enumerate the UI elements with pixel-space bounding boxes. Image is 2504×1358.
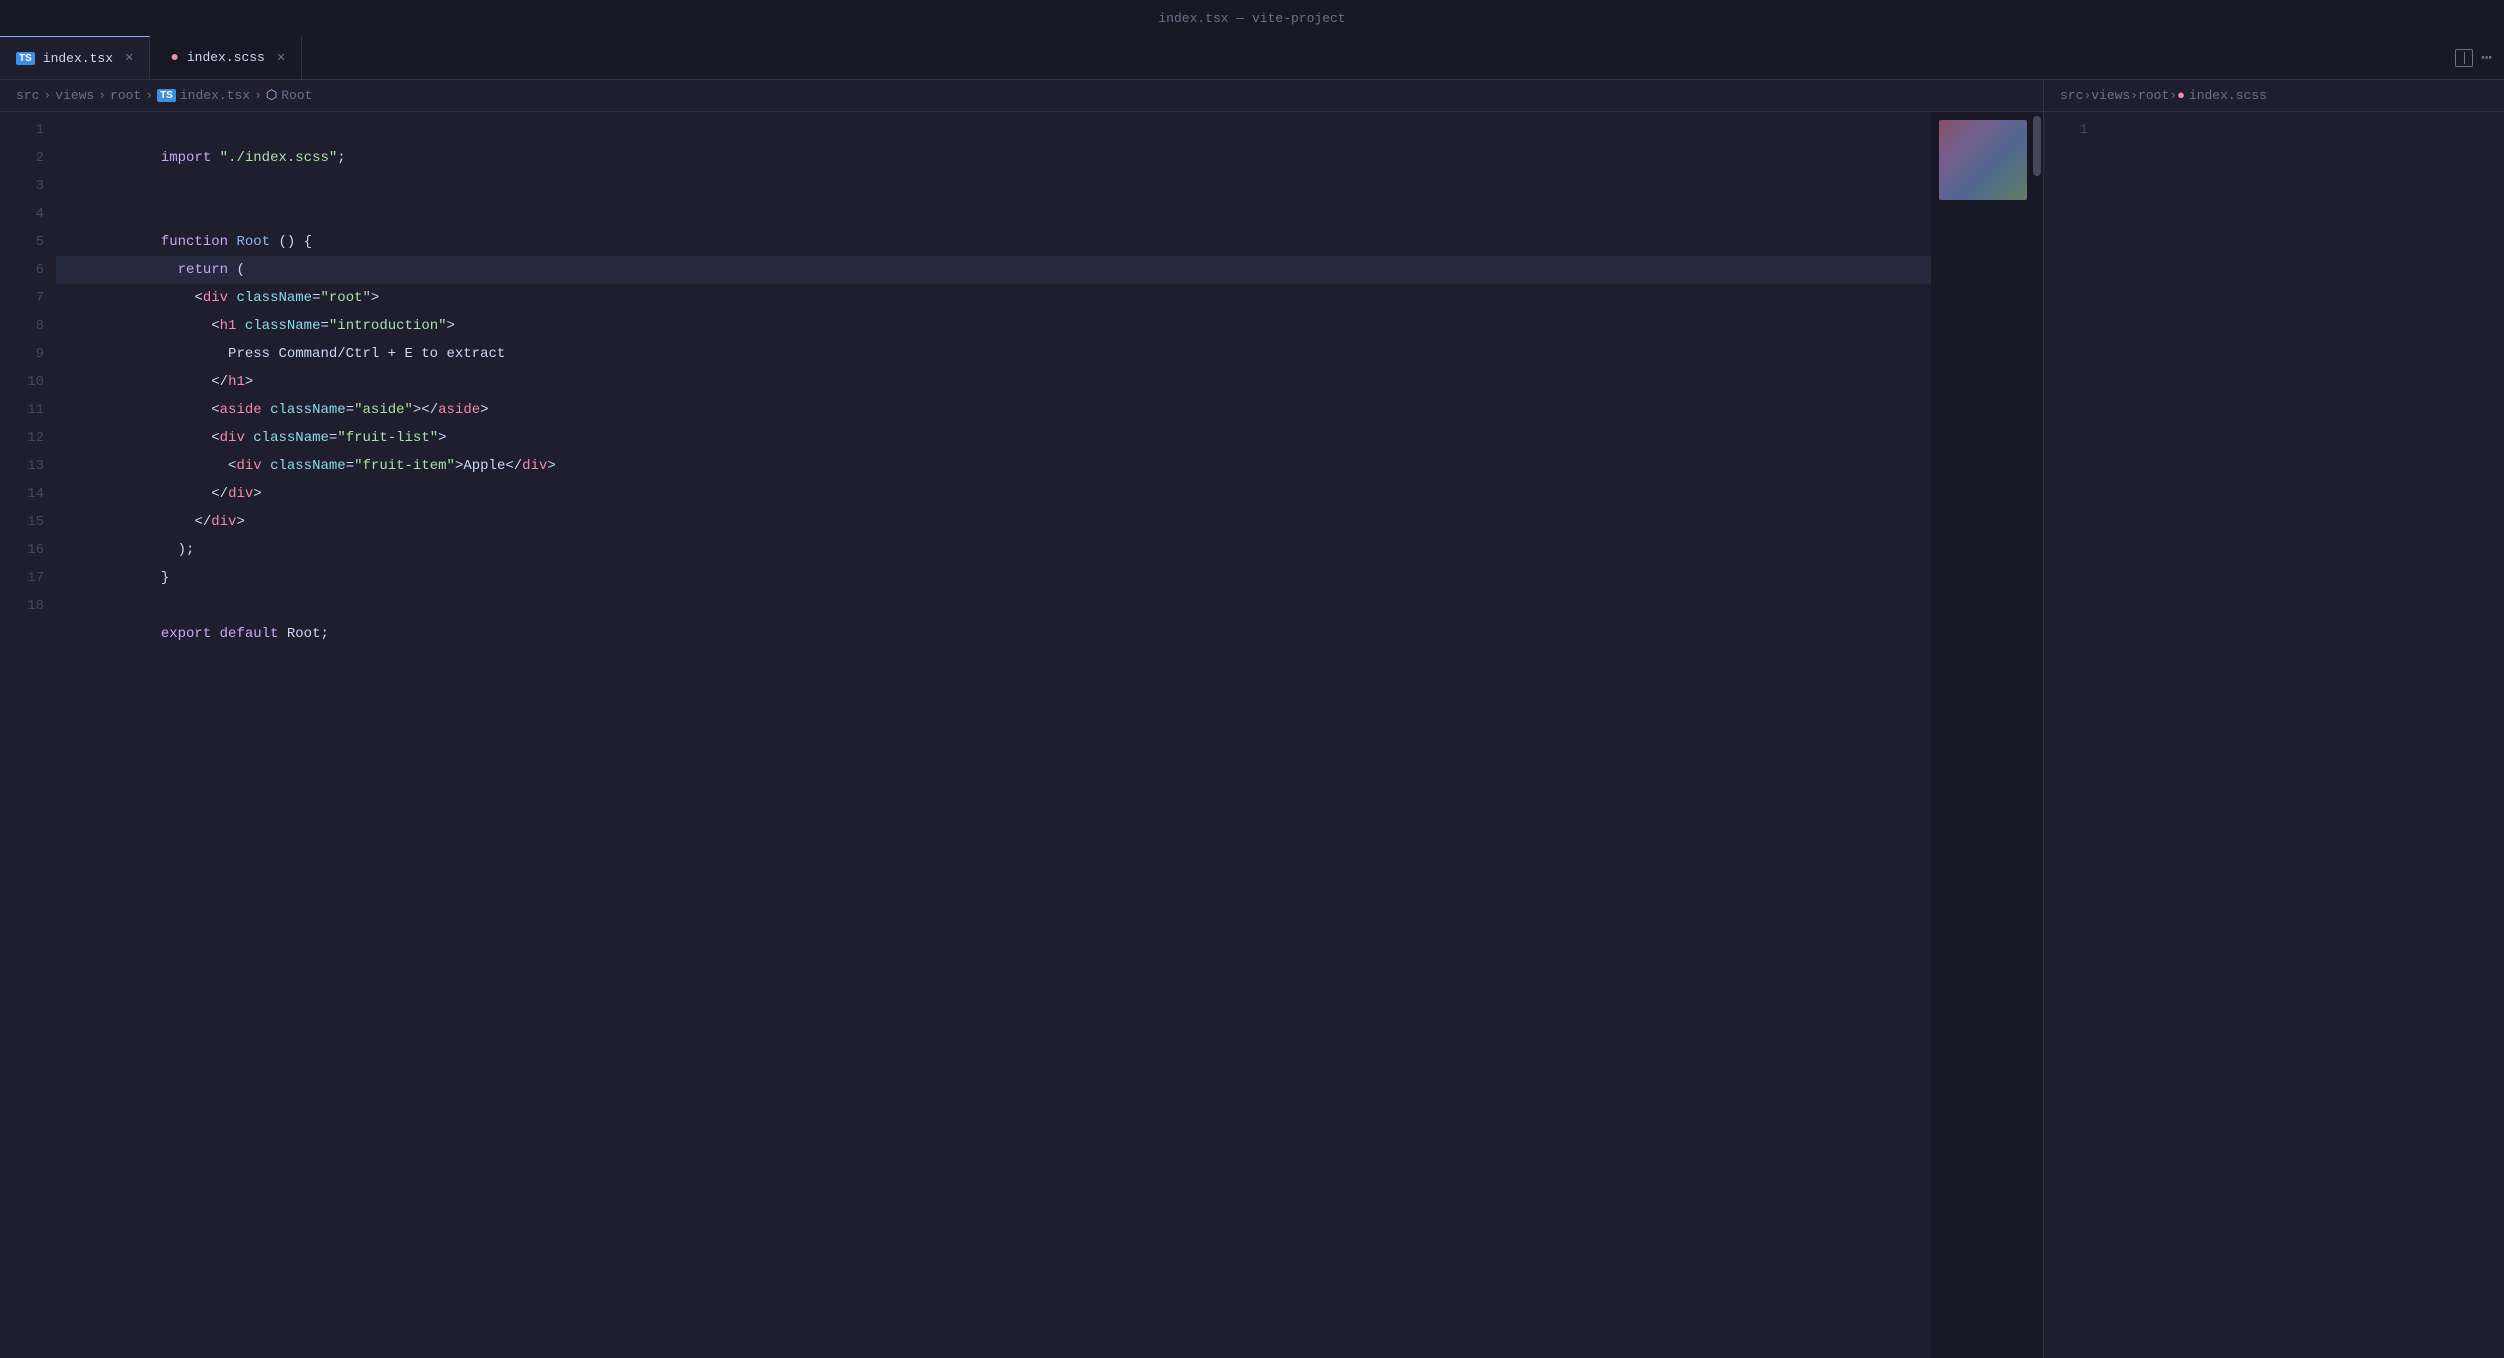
right-bc-file: index.scss [2189, 88, 2267, 103]
breadcrumb-src: src [16, 88, 39, 103]
ln-6: 6 [20, 256, 44, 284]
right-bc-src: src [2060, 88, 2083, 103]
right-editor: 1 [2044, 112, 2504, 1358]
breadcrumb-component-icon: ⬡ [266, 88, 277, 103]
ln-18: 18 [20, 592, 44, 620]
right-sep3: › [2169, 88, 2177, 103]
right-editor-pane: src › views › root › ● index.scss 1 [2044, 80, 2504, 1358]
ln-1: 1 [20, 116, 44, 144]
tab-label-tsx: index.tsx [43, 51, 113, 66]
code-line-3 [56, 172, 1931, 200]
ln-8: 8 [20, 312, 44, 340]
right-sep2: › [2130, 88, 2138, 103]
breadcrumb-file: index.tsx [180, 88, 250, 103]
close-icon-tsx[interactable]: ✕ [125, 51, 133, 65]
code-line-6: <div className="root"> [56, 256, 1931, 284]
code-line-4: function Root () { [56, 200, 1931, 228]
tab-label-scss: index.scss [187, 50, 265, 65]
code-line-5: return ( [56, 228, 1931, 256]
breadcrumb-root: root [110, 88, 141, 103]
split-view-icon[interactable] [2455, 49, 2473, 67]
editor-area: src › views › root › TS index.tsx › ⬡ Ro… [0, 80, 2504, 1358]
ts-icon: TS [16, 52, 35, 65]
tab-actions: ⋯ [2455, 36, 2504, 79]
ln-3: 3 [20, 172, 44, 200]
title-bar: index.tsx — vite-project [0, 0, 2504, 36]
scss-file-icon: ● [2177, 88, 2185, 103]
scrollbar-left[interactable] [2031, 112, 2043, 1358]
ln-2: 2 [20, 144, 44, 172]
ln-5: 5 [20, 228, 44, 256]
title-text: index.tsx — vite-project [1158, 11, 1345, 26]
ln-9: 9 [20, 340, 44, 368]
ln-4: 4 [20, 200, 44, 228]
close-icon-scss[interactable]: ✕ [277, 51, 285, 65]
breadcrumb-left: src › views › root › TS index.tsx › ⬡ Ro… [0, 80, 2043, 112]
code-lines-left[interactable]: import "./index.scss"; function Root () … [56, 112, 1931, 1358]
code-editor-left: 1 2 3 4 5 6 7 8 9 10 11 12 13 14 15 16 1 [0, 112, 2043, 1358]
line-numbers-right: 1 [2044, 112, 2100, 1358]
breadcrumb-right: src › views › root › ● index.scss [2044, 80, 2504, 112]
ln-15: 15 [20, 508, 44, 536]
ln-12: 12 [20, 424, 44, 452]
tab-index-tsx[interactable]: TS index.tsx ✕ [0, 36, 150, 79]
ln-10: 10 [20, 368, 44, 396]
code-line-10: <aside className="aside"></aside> [56, 368, 1931, 396]
minimap-image [1939, 120, 2027, 200]
ln-11: 11 [20, 396, 44, 424]
ln-17: 17 [20, 564, 44, 592]
ln-7: 7 [20, 284, 44, 312]
scss-icon: ● [170, 50, 178, 66]
editor-container: index.tsx — vite-project TS index.tsx ✕ … [0, 0, 2504, 1358]
right-ln-1: 1 [2064, 116, 2088, 144]
code-line-15: ); [56, 508, 1931, 536]
scrollbar-thumb-left[interactable] [2033, 116, 2041, 176]
right-code-area[interactable] [2100, 112, 2504, 1358]
breadcrumb-views: views [55, 88, 94, 103]
breadcrumb-component: Root [281, 88, 312, 103]
code-line-18: export default Root; [56, 592, 1931, 620]
right-bc-views: views [2091, 88, 2130, 103]
left-editor-pane: src › views › root › TS index.tsx › ⬡ Ro… [0, 80, 2044, 1358]
code-line-17 [56, 564, 1931, 592]
more-icon[interactable]: ⋯ [2481, 47, 2492, 69]
sep2: › [98, 88, 106, 103]
right-sep1: › [2083, 88, 2091, 103]
sep1: › [43, 88, 51, 103]
code-line-1: import "./index.scss"; [56, 116, 1931, 144]
code-line-16: } [56, 536, 1931, 564]
tab-bar: TS index.tsx ✕ ● index.scss ✕ ⋯ [0, 36, 2504, 80]
ln-16: 16 [20, 536, 44, 564]
tab-index-scss[interactable]: ● index.scss ✕ [154, 36, 302, 79]
right-bc-root: root [2138, 88, 2169, 103]
code-line-14: </div> [56, 480, 1931, 508]
sep4: › [254, 88, 262, 103]
sep3: › [145, 88, 153, 103]
minimap-content [1939, 120, 2027, 200]
ts-badge: TS [157, 89, 176, 102]
line-numbers-left: 1 2 3 4 5 6 7 8 9 10 11 12 13 14 15 16 1 [0, 112, 56, 1358]
minimap [1931, 112, 2031, 1358]
ln-14: 14 [20, 480, 44, 508]
ln-13: 13 [20, 452, 44, 480]
